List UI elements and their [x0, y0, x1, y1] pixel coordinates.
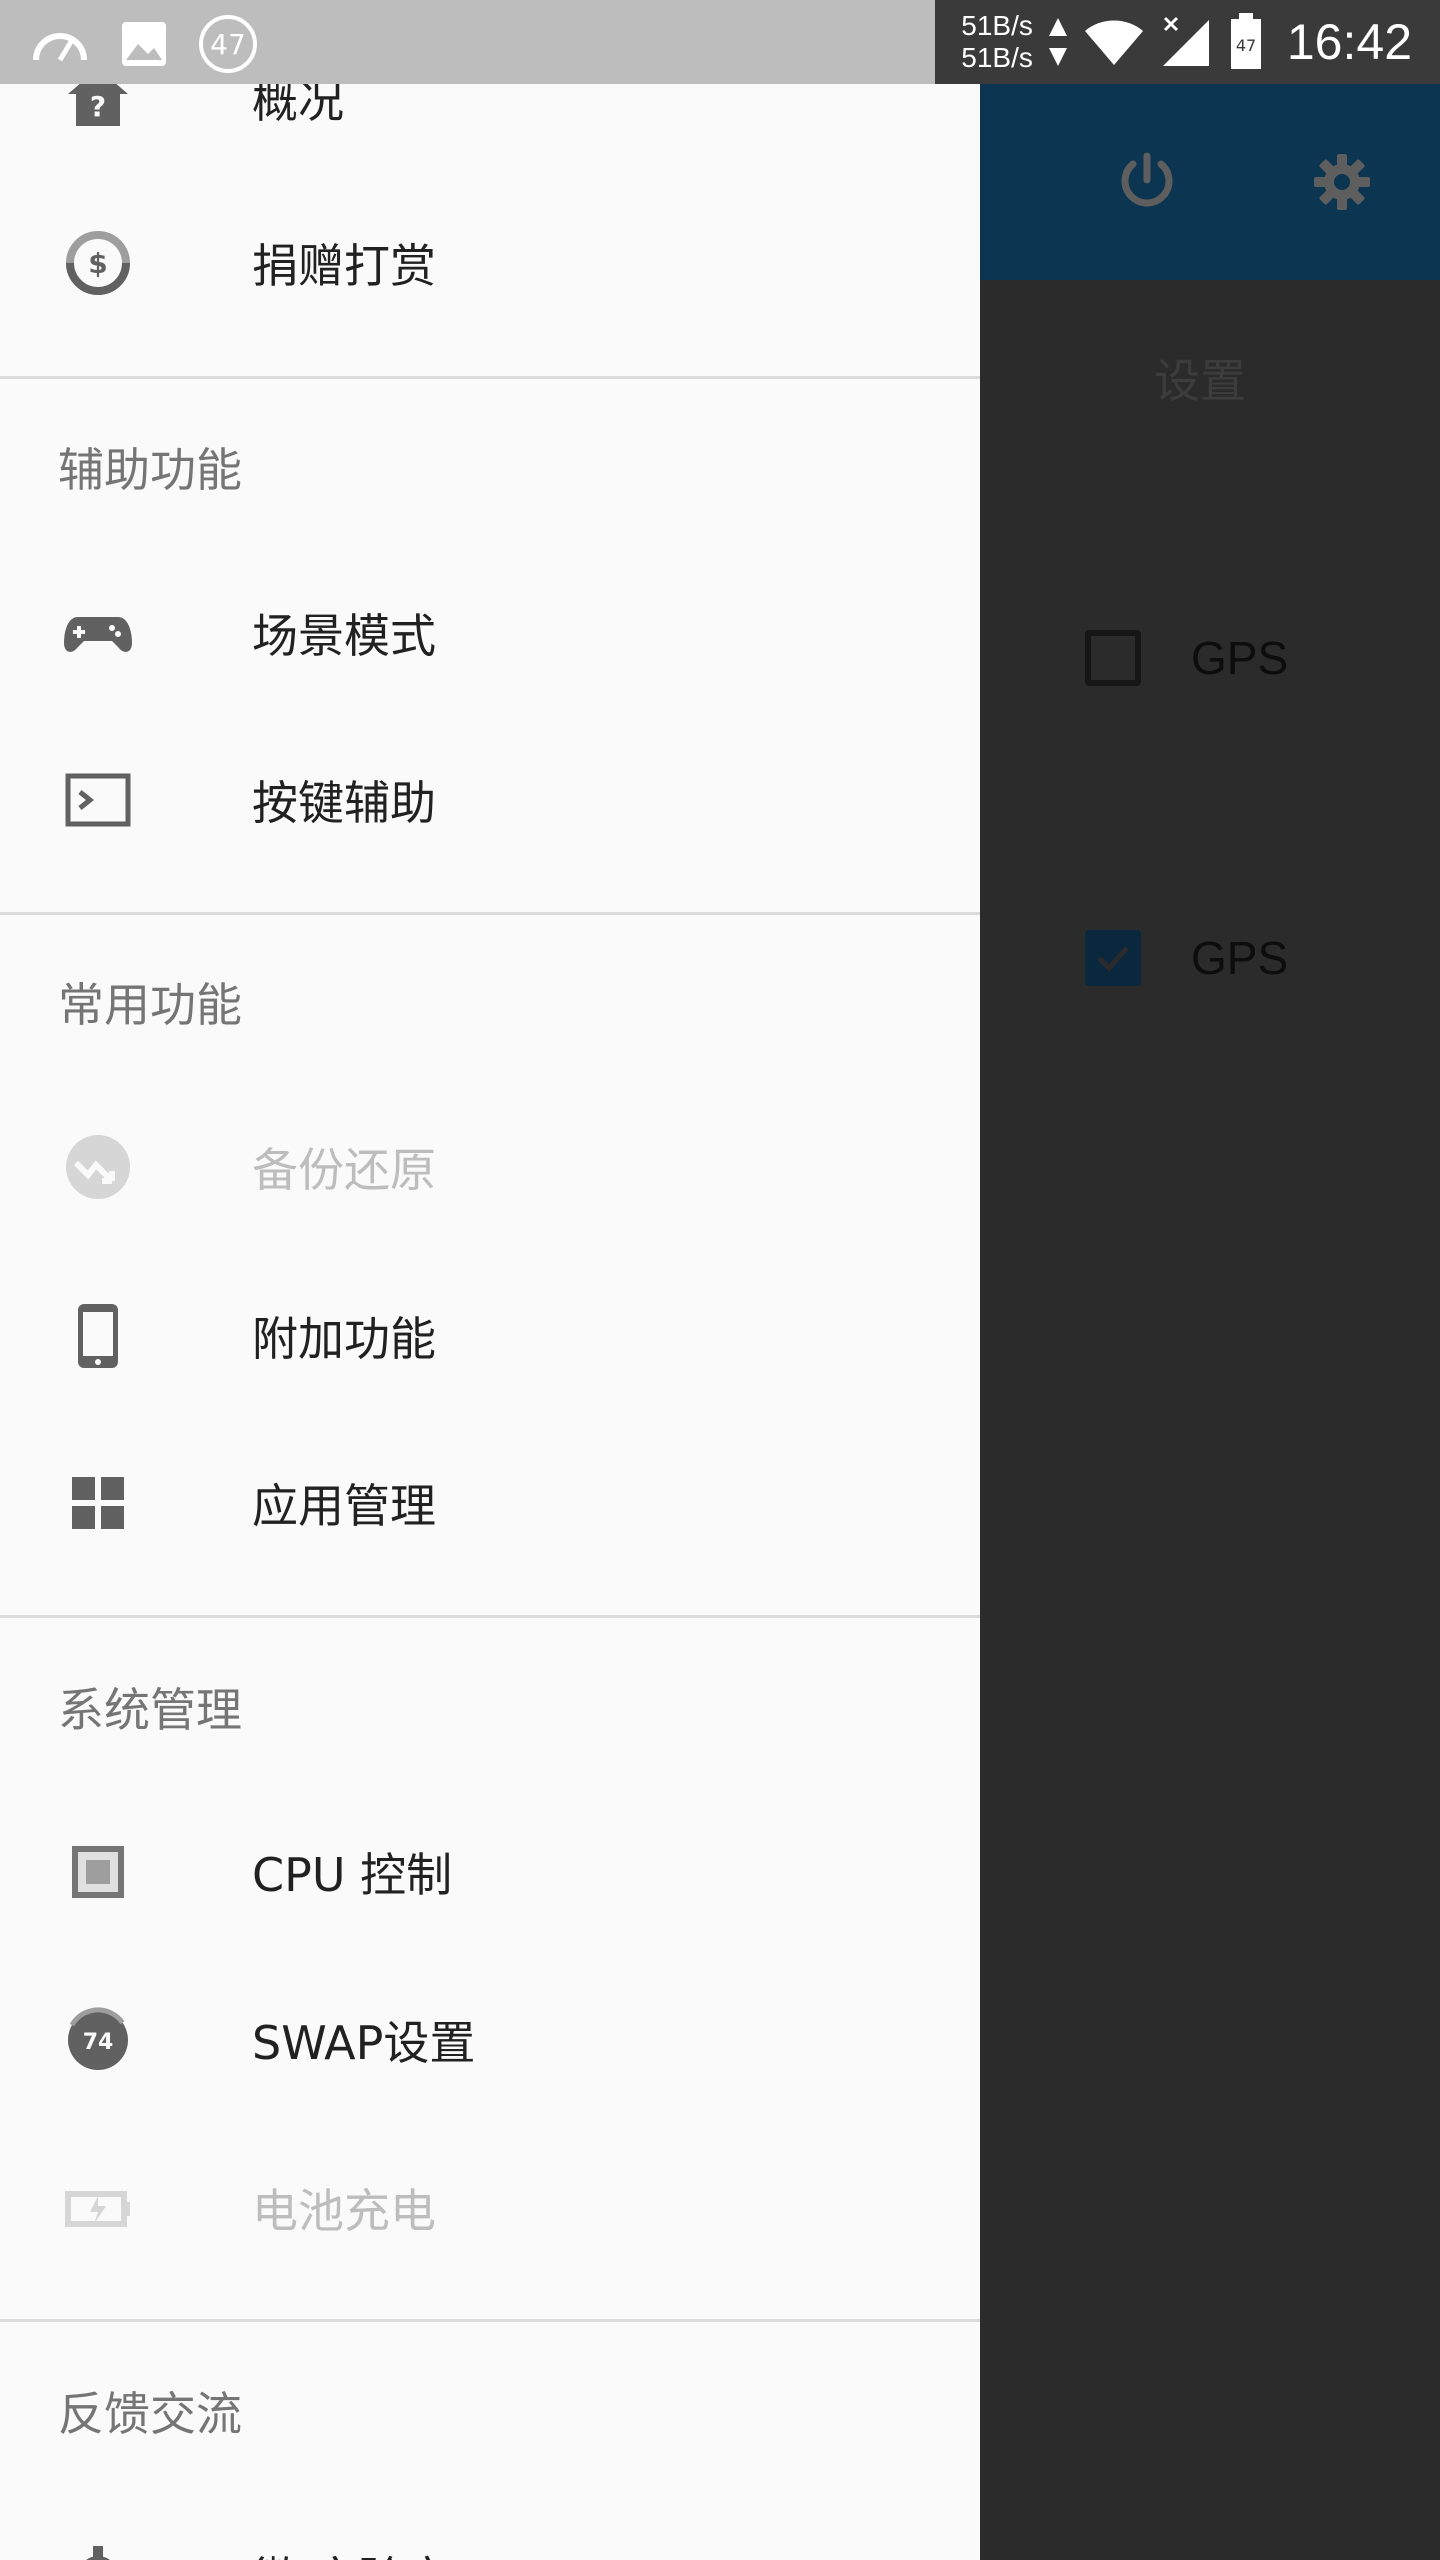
cpu-chip-icon	[72, 1846, 124, 1898]
network-speed: 51B/s 51B/s	[961, 10, 1033, 74]
notification-badge-icon: 47	[199, 15, 257, 73]
terminal-icon	[65, 773, 131, 827]
drawer-item-label: 按键辅助	[252, 776, 436, 830]
drawer-item-overview[interactable]: ? 概况	[0, 84, 980, 182]
drawer-item-lab[interactable]: 微 实验室	[0, 2492, 980, 2560]
donate-coin-icon: $	[66, 231, 130, 295]
swap-gauge-value: 74	[83, 2030, 114, 2055]
drawer-item-label: 电池充电	[252, 2184, 436, 2238]
image-notification-icon	[122, 22, 166, 66]
drawer-item-donate[interactable]: $ 捐赠打赏	[0, 179, 980, 347]
download-speed: 51B/s	[961, 42, 1033, 73]
notification-badge-count: 47	[210, 28, 246, 61]
swap-gauge-icon: 74	[65, 2007, 131, 2073]
battery-icon: 47	[1230, 13, 1261, 69]
divider	[0, 2319, 980, 2322]
drawer-item-label: 微 实验室	[252, 2543, 451, 2560]
gps-checkbox-unchecked[interactable]	[1085, 630, 1141, 686]
battery-charge-icon	[65, 2191, 130, 2227]
gamepad-icon	[64, 617, 132, 652]
gps-checkbox-checked[interactable]	[1085, 930, 1141, 986]
drawer-item-label: 备份还原	[252, 1143, 436, 1197]
settings-section-label: 设置	[1154, 354, 1246, 408]
drawer-item-label: 附加功能	[252, 1312, 436, 1366]
divider	[0, 912, 980, 915]
drawer-item-cpu-control[interactable]: CPU 控制	[0, 1788, 980, 1956]
drawer-item-battery-charge[interactable]: 电池充电	[0, 2124, 980, 2292]
cell-signal-icon	[1162, 16, 1209, 66]
drawer-item-key-assist[interactable]: 按键辅助	[0, 716, 980, 884]
drawer-item-label: CPU 控制	[252, 1848, 453, 1902]
section-header-common: 常用功能	[58, 978, 242, 1032]
drawer-item-addons[interactable]: 附加功能	[0, 1252, 980, 1420]
divider	[0, 376, 980, 379]
status-bar: 47 51B/s 51B/s 47 16:42	[0, 0, 1440, 84]
drawer-item-label: 概况	[252, 84, 344, 128]
drawer-item-app-manager[interactable]: 应用管理	[0, 1419, 980, 1587]
drawer-item-label: SWAP设置	[252, 2016, 476, 2070]
gear-bug-icon	[86, 2546, 110, 2560]
speedometer-icon	[33, 33, 87, 62]
checkmark-icon	[1097, 946, 1129, 972]
power-icon[interactable]	[1115, 150, 1179, 214]
divider	[0, 1615, 980, 1618]
wifi-icon	[1084, 20, 1143, 65]
home-help-icon: ?	[68, 84, 128, 126]
phone-icon	[78, 1304, 118, 1368]
gps-row-2[interactable]: GPS	[1085, 923, 1288, 993]
svg-text:?: ?	[90, 90, 106, 123]
backup-restore-icon	[66, 1135, 130, 1199]
gps-row-1[interactable]: GPS	[1085, 623, 1288, 693]
battery-level: 47	[1236, 36, 1256, 55]
clock: 16:42	[1286, 14, 1412, 70]
drawer-item-label: 应用管理	[252, 1479, 436, 1533]
gps-label: GPS	[1191, 632, 1289, 684]
drawer-item-backup-restore[interactable]: 备份还原	[0, 1083, 980, 1251]
upload-speed: 51B/s	[961, 10, 1033, 41]
drawer-item-scene-mode[interactable]: 场景模式	[0, 549, 980, 717]
gear-icon[interactable]	[1310, 150, 1374, 214]
drawer-item-label: 场景模式	[252, 609, 436, 663]
transfer-arrows-icon	[1048, 18, 1067, 66]
section-header-assist: 辅助功能	[58, 443, 242, 497]
navigation-drawer: ? 概况 $ 捐赠打赏 辅助功能 场景模式 按键辅助 常用功能 备份还原 附加功…	[0, 84, 980, 2560]
drawer-item-label: 捐赠打赏	[252, 239, 436, 293]
apps-grid-icon	[72, 1477, 124, 1529]
svg-text:$: $	[88, 247, 107, 280]
drawer-item-swap[interactable]: 74 SWAP设置	[0, 1956, 980, 2124]
gps-label: GPS	[1191, 932, 1289, 984]
section-header-feedback: 反馈交流	[58, 2387, 242, 2441]
section-header-system: 系统管理	[58, 1683, 242, 1737]
